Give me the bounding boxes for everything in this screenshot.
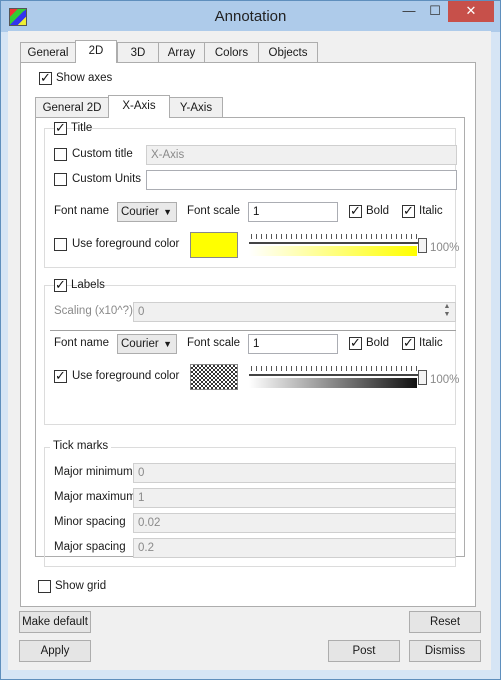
maximize-button[interactable]: ☐ xyxy=(422,1,448,22)
labels-bold-checkbox[interactable] xyxy=(349,335,362,351)
tab-general-2d[interactable]: General 2D xyxy=(35,97,109,117)
custom-units-checkbox[interactable] xyxy=(54,173,67,186)
labels-font-name-value: Courier xyxy=(121,338,159,350)
labels-opacity-gradient xyxy=(249,378,417,388)
major-minimum-label: Major minimum xyxy=(54,466,133,478)
labels-font-scale-input[interactable]: 1 xyxy=(248,334,338,354)
labels-use-fg-checkbox[interactable] xyxy=(54,368,67,384)
labels-bold-label: Bold xyxy=(366,337,390,349)
labels-separator xyxy=(50,330,456,331)
reset-button[interactable]: Reset xyxy=(409,611,481,633)
custom-title-label: Custom title xyxy=(72,148,133,160)
labels-use-fg-label: Use foreground color xyxy=(72,370,180,382)
title-font-scale-input[interactable]: 1 xyxy=(248,202,338,222)
apply-button[interactable]: Apply xyxy=(19,640,91,662)
show-axes-checkbox[interactable] xyxy=(39,70,52,86)
labels-font-name-label: Font name xyxy=(54,337,109,349)
custom-title-checkbox[interactable] xyxy=(54,148,67,161)
title-italic-label: Italic xyxy=(419,205,443,217)
slider-thumb[interactable] xyxy=(418,238,427,253)
scaling-input[interactable]: 0 xyxy=(133,302,456,322)
slider-track xyxy=(249,374,427,376)
labels-italic-label: Italic xyxy=(419,337,443,349)
custom-title-input[interactable]: X-Axis xyxy=(146,145,457,165)
labels-label: Labels xyxy=(71,279,105,291)
major-maximum-input[interactable]: 1 xyxy=(133,488,456,508)
tab-2d[interactable]: 2D xyxy=(75,40,117,63)
chevron-down-icon: ▼ xyxy=(163,339,172,349)
close-button[interactable]: ✕ xyxy=(448,1,494,22)
scaling-spin-icon[interactable]: ▲ ▼ xyxy=(441,303,453,321)
title-label: Title xyxy=(71,122,93,134)
scaling-label: Scaling (x10^?) xyxy=(54,305,133,317)
chevron-down-icon: ▼ xyxy=(163,207,172,217)
tab-x-axis[interactable]: X-Axis xyxy=(108,95,170,118)
title-opacity-gradient xyxy=(249,246,417,256)
slider-thumb[interactable] xyxy=(418,370,427,385)
tab-array[interactable]: Array xyxy=(158,42,205,62)
post-button[interactable]: Post xyxy=(328,640,400,662)
title-checkbox[interactable] xyxy=(54,120,67,136)
title-font-scale-label: Font scale xyxy=(187,205,241,217)
title-italic-checkbox[interactable] xyxy=(402,203,415,219)
major-minimum-input[interactable]: 0 xyxy=(133,463,456,483)
labels-color-swatch[interactable] xyxy=(190,364,238,390)
labels-italic-checkbox[interactable] xyxy=(402,335,415,351)
title-use-fg-label: Use foreground color xyxy=(72,238,180,250)
slider-ticks xyxy=(251,234,421,239)
labels-opacity-slider[interactable] xyxy=(249,363,427,390)
dismiss-button[interactable]: Dismiss xyxy=(409,640,481,662)
minimize-button[interactable]: — xyxy=(396,1,422,22)
title-use-fg-checkbox[interactable] xyxy=(54,238,67,251)
tab-y-axis[interactable]: Y-Axis xyxy=(169,97,223,117)
make-default-button[interactable]: Make default xyxy=(19,611,91,633)
show-axes-label: Show axes xyxy=(56,72,113,84)
title-opacity-value: 100% xyxy=(430,242,460,254)
tab-3d[interactable]: 3D xyxy=(117,42,159,62)
minor-spacing-label: Minor spacing xyxy=(54,516,126,528)
title-bold-checkbox[interactable] xyxy=(349,203,362,219)
tab-panel-2d: Show axes General 2D X-Axis Y-Axis Title… xyxy=(20,62,476,607)
title-color-swatch[interactable] xyxy=(190,232,238,258)
major-spacing-input[interactable]: 0.2 xyxy=(133,538,456,558)
slider-ticks xyxy=(251,366,421,371)
labels-opacity-value: 100% xyxy=(430,374,460,386)
custom-units-label: Custom Units xyxy=(72,173,142,185)
title-font-name-label: Font name xyxy=(54,205,109,217)
labels-font-name-select[interactable]: Courier ▼ xyxy=(117,334,177,354)
labels-font-scale-label: Font scale xyxy=(187,337,241,349)
title-font-name-value: Courier xyxy=(121,206,159,218)
title-bold-label: Bold xyxy=(366,205,390,217)
tab-general[interactable]: General xyxy=(20,42,76,62)
title-bar[interactable]: Annotation — ☐ ✕ xyxy=(1,1,500,32)
show-grid-label: Show grid xyxy=(55,580,107,592)
custom-units-input[interactable] xyxy=(146,170,457,190)
major-maximum-label: Major maximum xyxy=(54,491,136,503)
labels-checkbox[interactable] xyxy=(54,277,67,293)
show-grid-checkbox[interactable] xyxy=(38,580,51,593)
tab-panel-x-axis: Title Custom title X-Axis Custom Units F… xyxy=(35,117,465,567)
tab-objects[interactable]: Objects xyxy=(258,42,318,62)
minor-spacing-input[interactable]: 0.02 xyxy=(133,513,456,533)
tab-colors[interactable]: Colors xyxy=(204,42,259,62)
tick-marks-title: Tick marks xyxy=(50,440,112,452)
title-opacity-slider[interactable] xyxy=(249,231,427,258)
slider-track xyxy=(249,242,427,244)
major-spacing-label: Major spacing xyxy=(54,541,126,553)
dialog-client: General 2D 3D Array Colors Objects Show … xyxy=(8,31,491,670)
title-font-name-select[interactable]: Courier ▼ xyxy=(117,202,177,222)
